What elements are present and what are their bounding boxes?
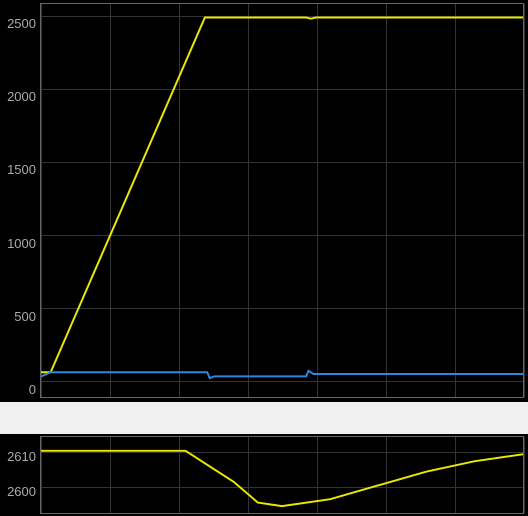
- chart-top: 0 500 1000 1500 2000 2500: [0, 0, 528, 402]
- ytick-label: 2600: [0, 484, 36, 499]
- ytick-label: 0: [0, 382, 36, 397]
- ytick-label: 1500: [0, 162, 36, 177]
- ytick-label: 500: [0, 309, 36, 324]
- plot-area-bottom: [40, 436, 524, 514]
- series-yellow: [41, 17, 523, 372]
- ytick-label: 2610: [0, 449, 36, 464]
- series-blue: [41, 371, 523, 378]
- plot-area-top: [40, 3, 524, 398]
- ytick-label: 2500: [0, 16, 36, 31]
- ytick-label: 1000: [0, 236, 36, 251]
- ytick-label: 2000: [0, 89, 36, 104]
- series-yellow-detail: [41, 451, 523, 506]
- chart-bottom: 2600 2610: [0, 434, 528, 516]
- series-bottom: [41, 437, 523, 513]
- series-top: [41, 4, 523, 397]
